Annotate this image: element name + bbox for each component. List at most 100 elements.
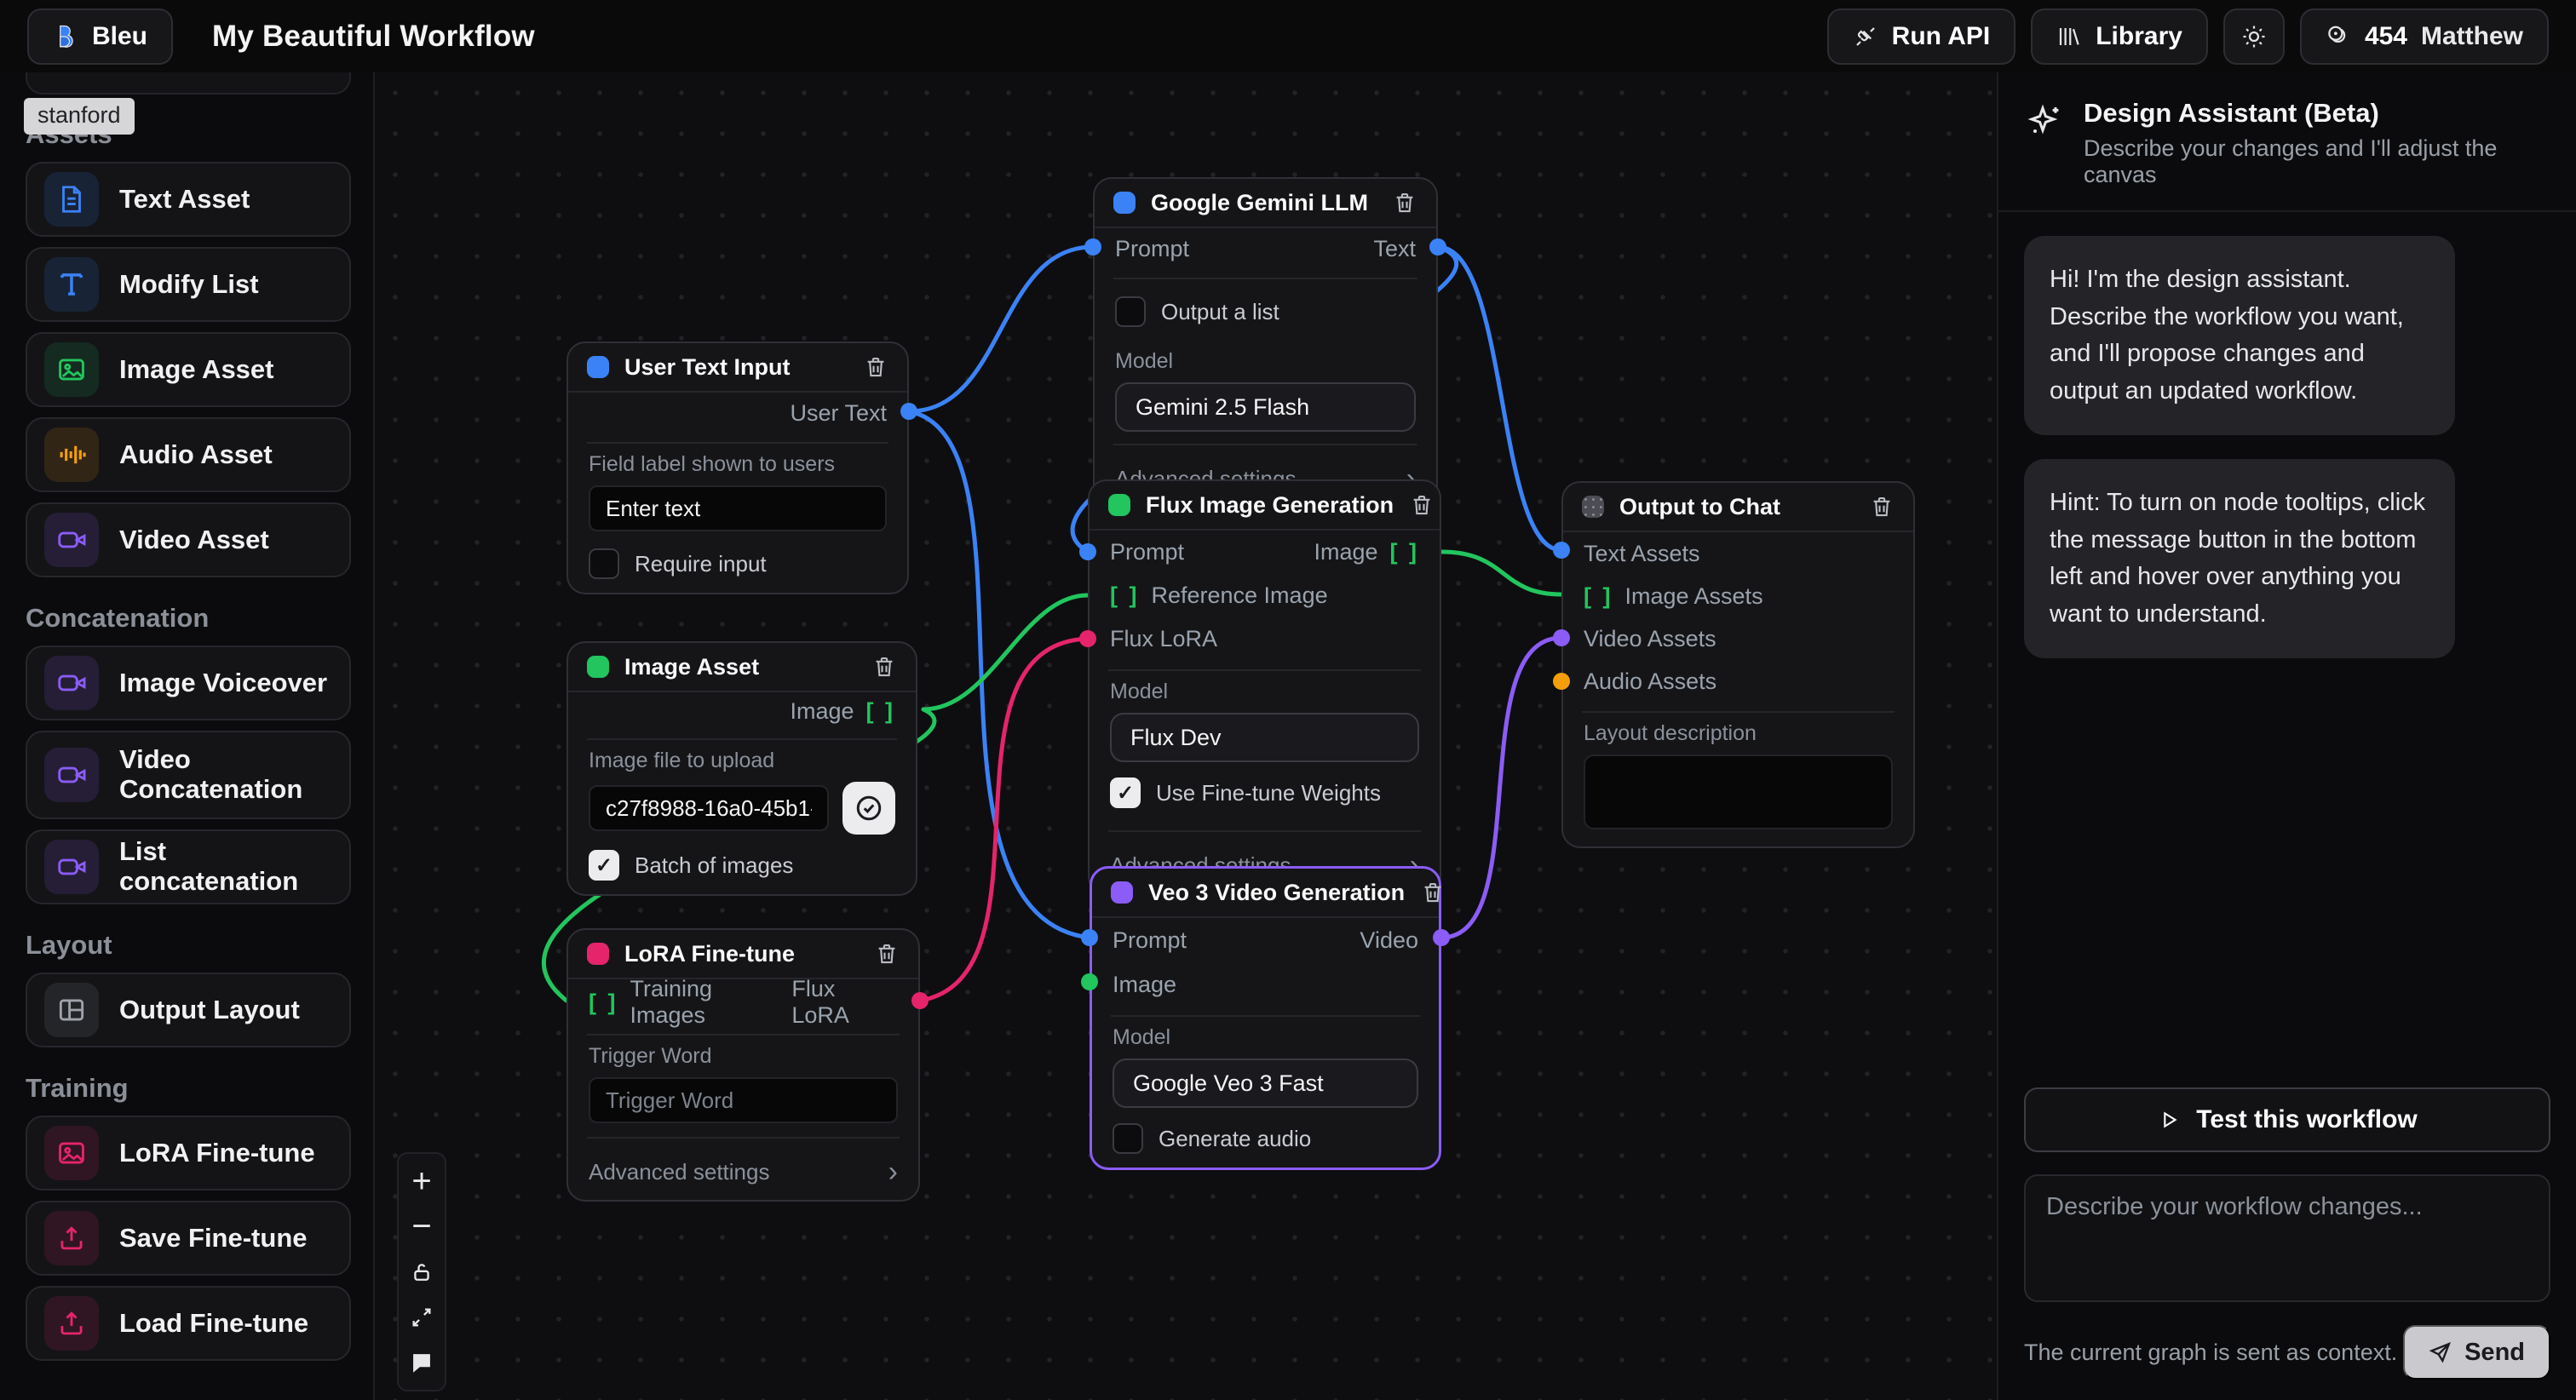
list-handle[interactable]: [ ] — [1584, 583, 1613, 610]
sidebar-item-lora-fine-tune[interactable]: LoRA Fine-tune — [26, 1116, 351, 1191]
top-bar: Bleu My Beautiful Workflow Run API Libra… — [0, 0, 2576, 72]
edge-imageasset-flux — [923, 595, 1088, 709]
delete-node-icon[interactable] — [1392, 190, 1417, 215]
delete-node-icon[interactable] — [1420, 880, 1446, 905]
lock-button[interactable] — [399, 1249, 445, 1294]
handle-output-audio[interactable] — [1553, 673, 1570, 690]
design-assistant-panel: Design Assistant (Beta) Describe your ch… — [1997, 72, 2576, 1400]
node-header[interactable]: Output to Chat — [1563, 483, 1913, 532]
sidebar-item-save-fine-tune[interactable]: Save Fine-tune — [26, 1201, 351, 1276]
sidebar-item-audio-asset[interactable]: Audio Asset — [26, 417, 351, 492]
sidebar-item-image-asset[interactable]: Image Asset — [26, 332, 351, 407]
batch-row: Batch of images — [568, 846, 916, 894]
field-text-input[interactable] — [589, 485, 887, 531]
node-lora-fine-tune[interactable]: LoRA Fine-tune [ ]Training Images Flux L… — [566, 928, 920, 1202]
node-header[interactable]: Flux Image Generation — [1090, 481, 1440, 531]
assistant-chat-input[interactable] — [2024, 1174, 2550, 1302]
coins-icon — [2326, 24, 2351, 49]
delete-node-icon[interactable] — [871, 654, 897, 680]
node-palette-sidebar: stanford Assets Text Asset Modify List I… — [0, 72, 375, 1400]
input-label: Text Assets — [1584, 541, 1700, 567]
edge-flux-output — [1441, 552, 1561, 594]
run-api-button[interactable]: Run API — [1827, 9, 2016, 65]
trigger-word-input[interactable] — [589, 1077, 898, 1123]
layout-description-textarea[interactable] — [1584, 755, 1893, 829]
output-a-list-checkbox[interactable] — [1115, 296, 1146, 327]
library-button[interactable]: Library — [2031, 9, 2208, 65]
canvas-controls: + − — [397, 1152, 446, 1391]
handle-veo-video-out[interactable] — [1433, 929, 1450, 946]
sidebar-item-list-concatenation[interactable]: List concatenation — [26, 829, 351, 904]
page-title: My Beautiful Workflow — [212, 20, 535, 54]
sidebar-item-text-asset[interactable]: Text Asset — [26, 162, 351, 237]
theme-toggle-button[interactable] — [2223, 9, 2285, 65]
handle-flux-prompt[interactable] — [1079, 543, 1096, 560]
checkbox-label: Generate audio — [1159, 1126, 1311, 1152]
file-id-input[interactable] — [589, 785, 829, 831]
node-output-to-chat[interactable]: Output to Chat Text Assets [ ]Image Asse… — [1561, 481, 1915, 848]
output-row: User Text — [568, 393, 907, 433]
batch-of-images-checkbox[interactable] — [589, 850, 619, 881]
section-heading-concatenation: Concatenation — [26, 603, 351, 634]
advanced-settings-row[interactable]: Advanced settings › — [568, 1147, 918, 1200]
sidebar-item-video-asset[interactable]: Video Asset — [26, 502, 351, 577]
send-button[interactable]: Send — [2403, 1325, 2550, 1380]
model-select[interactable]: Google Veo 3 Fast — [1113, 1059, 1418, 1108]
use-fine-tune-weights-checkbox[interactable] — [1110, 777, 1141, 808]
node-image-asset[interactable]: Image Asset Image[ ] Image file to uploa… — [566, 641, 917, 896]
assistant-footer: Test this workflow The current graph is … — [1998, 1087, 2576, 1400]
handle-veo-prompt[interactable] — [1081, 929, 1098, 946]
delete-node-icon[interactable] — [874, 941, 900, 967]
handle-veo-image[interactable] — [1081, 973, 1098, 990]
delete-node-icon[interactable] — [1409, 492, 1435, 518]
handle-output-video[interactable] — [1553, 629, 1570, 646]
node-header[interactable]: User Text Input — [568, 343, 907, 393]
node-veo-3-video-generation[interactable]: Veo 3 Video Generation Prompt Video Imag… — [1090, 866, 1441, 1170]
sidebar-item-video-concatenation[interactable]: Video Concatenation — [26, 731, 351, 819]
handle-gemini-prompt[interactable] — [1084, 238, 1101, 255]
sidebar-item-load-fine-tune[interactable]: Load Fine-tune — [26, 1286, 351, 1361]
fit-view-button[interactable] — [399, 1294, 445, 1340]
io-row: Prompt Text — [1095, 228, 1436, 269]
list-handle[interactable]: [ ] — [1110, 582, 1139, 609]
node-header[interactable]: LoRA Fine-tune — [568, 930, 918, 979]
generate-audio-checkbox[interactable] — [1113, 1123, 1143, 1154]
handle-gemini-text-out[interactable] — [1429, 238, 1446, 255]
model-select[interactable]: Flux Dev — [1110, 713, 1419, 762]
confirm-file-button[interactable] — [842, 782, 895, 835]
tooltips-chat-button[interactable] — [399, 1340, 445, 1385]
node-header[interactable]: Google Gemini LLM — [1095, 179, 1436, 228]
list-handle[interactable]: [ ] — [1390, 539, 1419, 565]
handle-flux-lora-in[interactable] — [1079, 630, 1096, 647]
sidebar-item-output-layout[interactable]: Output Layout — [26, 973, 351, 1047]
test-workflow-button[interactable]: Test this workflow — [2024, 1087, 2550, 1152]
logo-button[interactable]: Bleu — [27, 9, 173, 65]
handle-lora-out[interactable] — [911, 992, 929, 1009]
node-flux-image-generation[interactable]: Flux Image Generation Prompt Image[ ] [ … — [1088, 479, 1441, 895]
node-google-gemini-llm[interactable]: Google Gemini LLM Prompt Text Output a l… — [1093, 177, 1438, 508]
node-header[interactable]: Image Asset — [568, 643, 916, 692]
zoom-out-button[interactable]: − — [399, 1204, 445, 1249]
divider — [1108, 669, 1421, 671]
handle-output-text[interactable] — [1553, 542, 1570, 559]
sidebar-item-partial[interactable] — [26, 72, 351, 95]
sidebar-item-image-voiceover[interactable]: Image Voiceover — [26, 645, 351, 720]
divider — [587, 738, 897, 740]
assistant-message: Hi! I'm the design assistant. Describe t… — [2024, 236, 2455, 435]
text-t-icon — [44, 257, 99, 312]
require-input-checkbox[interactable] — [589, 548, 619, 579]
list-handle[interactable]: [ ] — [589, 990, 618, 1016]
handle-usertext-out[interactable] — [900, 403, 917, 420]
credits-count: 454 — [2365, 22, 2407, 51]
credits-user-button[interactable]: 454 Matthew — [2300, 9, 2549, 65]
delete-node-icon[interactable] — [863, 354, 888, 380]
model-select[interactable]: Gemini 2.5 Flash — [1115, 382, 1416, 432]
video-camera-icon — [44, 513, 99, 567]
node-user-text-input[interactable]: User Text Input User Text Field label sh… — [566, 341, 909, 594]
workflow-canvas[interactable]: User Text Input User Text Field label sh… — [375, 72, 1997, 1400]
list-handle[interactable]: [ ] — [866, 698, 895, 725]
delete-node-icon[interactable] — [1869, 494, 1895, 519]
sidebar-item-modify-list[interactable]: Modify List — [26, 247, 351, 322]
node-header[interactable]: Veo 3 Video Generation — [1092, 869, 1439, 918]
zoom-in-button[interactable]: + — [399, 1159, 445, 1204]
